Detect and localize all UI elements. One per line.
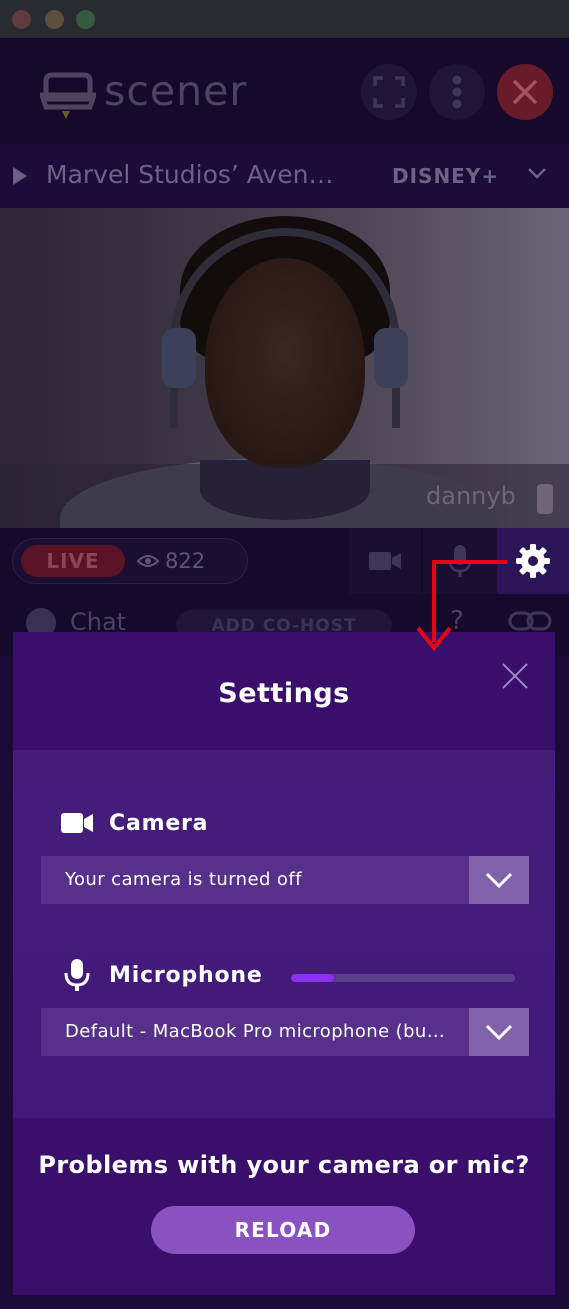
video-camera-icon bbox=[61, 813, 93, 833]
live-status: LIVE 822 bbox=[12, 538, 248, 584]
fullscreen-icon bbox=[373, 76, 405, 108]
camera-select[interactable]: Your camera is turned off bbox=[41, 856, 529, 904]
chevron-down-icon[interactable] bbox=[527, 166, 547, 180]
viewer-count: 822 bbox=[137, 549, 205, 573]
leave-party-button[interactable] bbox=[497, 64, 553, 120]
settings-body: Camera Your camera is turned off Microph… bbox=[13, 750, 555, 1118]
video-camera-icon bbox=[369, 552, 401, 570]
video-headphone-cup-right bbox=[374, 328, 408, 388]
settings-modal: Settings Camera Your camera is turned of… bbox=[13, 632, 555, 1295]
more-vertical-icon bbox=[452, 75, 462, 109]
app-header: scener bbox=[0, 38, 569, 144]
settings-title: Settings bbox=[218, 678, 350, 709]
participant-video: dannyb bbox=[0, 208, 569, 528]
streaming-service-label: DISNEY+ bbox=[392, 164, 500, 188]
window-zoom-control[interactable] bbox=[76, 10, 95, 29]
problems-text: Problems with your camera or mic? bbox=[38, 1151, 530, 1179]
microphone-icon bbox=[448, 545, 472, 577]
camera-label: Camera bbox=[109, 811, 209, 836]
control-bar: LIVE 822 bbox=[0, 528, 569, 594]
chevron-down-icon bbox=[485, 872, 513, 888]
reload-button[interactable]: RELOAD bbox=[151, 1206, 415, 1254]
scener-logo-text: scener bbox=[104, 67, 248, 115]
camera-select-value: Your camera is turned off bbox=[65, 869, 302, 890]
camera-select-toggle[interactable] bbox=[469, 856, 529, 904]
video-headphone-cup-left bbox=[162, 328, 196, 388]
chevron-down-icon bbox=[485, 1024, 513, 1040]
live-badge: LIVE bbox=[21, 545, 125, 577]
microphone-select-toggle[interactable] bbox=[469, 1008, 529, 1056]
play-icon[interactable] bbox=[12, 166, 28, 186]
settings-header: Settings bbox=[13, 632, 555, 750]
close-icon bbox=[512, 79, 538, 105]
now-playing-bar[interactable]: Marvel Studios’ Aven… DISNEY+ bbox=[0, 144, 569, 208]
microphone-level-meter bbox=[291, 974, 515, 982]
scener-logo-icon bbox=[40, 72, 96, 119]
microphone-level-fill bbox=[291, 974, 334, 982]
fullscreen-button[interactable] bbox=[361, 64, 417, 120]
camera-toggle-button[interactable] bbox=[349, 528, 421, 594]
remote-icon bbox=[537, 484, 553, 514]
settings-footer: Problems with your camera or mic? RELOAD bbox=[13, 1118, 555, 1295]
microphone-select-value: Default - MacBook Pro microphone (bu… bbox=[65, 1021, 446, 1042]
participant-name: dannyb bbox=[426, 482, 516, 510]
microphone-toggle-button[interactable] bbox=[423, 528, 497, 594]
gear-icon bbox=[516, 544, 550, 578]
close-icon[interactable] bbox=[500, 661, 530, 691]
window-close-control[interactable] bbox=[12, 10, 31, 29]
now-playing-title: Marvel Studios’ Aven… bbox=[46, 160, 334, 189]
window-titlebar bbox=[0, 0, 569, 38]
settings-button[interactable] bbox=[497, 528, 569, 594]
microphone-icon bbox=[64, 959, 90, 991]
microphone-label: Microphone bbox=[109, 963, 263, 988]
eye-icon bbox=[137, 555, 159, 567]
window-minimize-control[interactable] bbox=[45, 10, 64, 29]
link-icon[interactable] bbox=[508, 610, 552, 632]
microphone-select[interactable]: Default - MacBook Pro microphone (bu… bbox=[41, 1008, 529, 1056]
more-options-button[interactable] bbox=[429, 64, 485, 120]
viewer-count-value: 822 bbox=[165, 549, 206, 573]
